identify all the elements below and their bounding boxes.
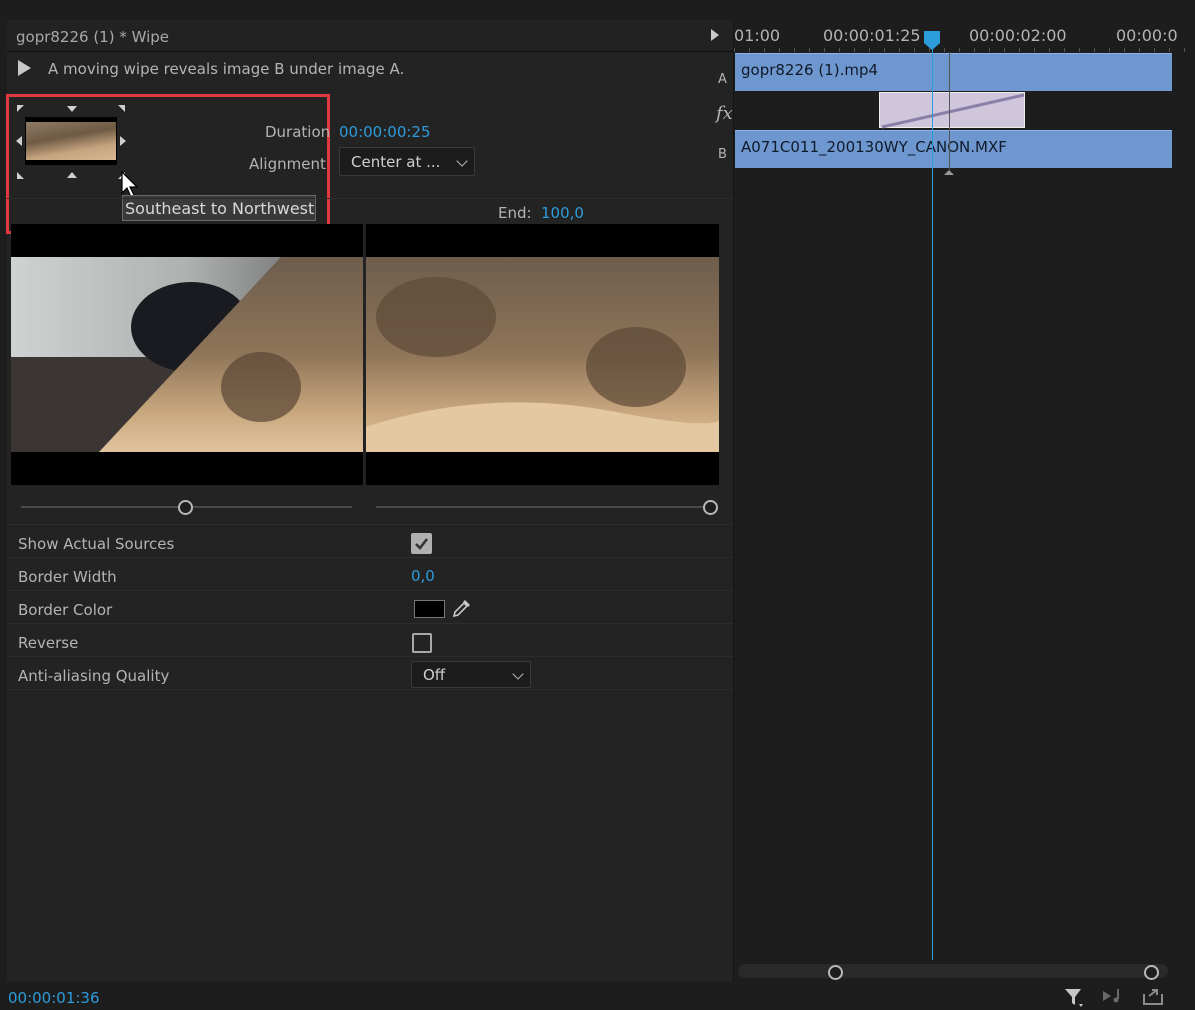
divider xyxy=(7,524,733,525)
chevron-down-icon xyxy=(456,155,468,167)
reverse-checkbox[interactable] xyxy=(412,633,432,653)
duration-label: Duration xyxy=(265,123,331,141)
anti-aliasing-label: Anti-aliasing Quality xyxy=(18,667,170,685)
end-slider-handle[interactable] xyxy=(703,500,718,515)
ruler-label: 00:00:01:25 xyxy=(823,26,921,45)
playhead-tip xyxy=(924,43,940,50)
clip-b-name: A071C011_200130WY_CANON.MXF xyxy=(741,138,1007,156)
end-preview-image xyxy=(366,257,719,452)
alignment-label: Alignment xyxy=(249,155,326,173)
border-color-label: Border Color xyxy=(18,601,113,619)
reverse-label: Reverse xyxy=(18,634,79,652)
eyedropper-icon[interactable] xyxy=(451,597,473,619)
playhead-handle[interactable] xyxy=(924,31,940,43)
start-preview xyxy=(11,224,363,485)
divider xyxy=(7,623,733,624)
clip-a-name: gopr8226 (1).mp4 xyxy=(741,61,879,79)
timeline-ruler[interactable]: 01:00 00:00:01:25 00:00:02:00 00:00:0 xyxy=(734,20,1195,52)
end-label: End: xyxy=(498,204,532,222)
alignment-value: Center at ... xyxy=(351,153,441,171)
filter-icon[interactable] xyxy=(1063,986,1085,1008)
play-icon[interactable] xyxy=(711,29,719,41)
ruler-label: 01:00 xyxy=(734,26,781,45)
ruler-ticks xyxy=(734,48,1195,52)
clip-b[interactable]: A071C011_200130WY_CANON.MXF xyxy=(735,130,1172,168)
duration-value[interactable]: 00:00:00:25 xyxy=(339,123,431,141)
track-a-label: A xyxy=(718,72,727,87)
ruler-label: 00:00:02:00 xyxy=(969,26,1067,45)
border-width-label: Border Width xyxy=(18,568,117,586)
divider xyxy=(7,590,733,591)
transition-diagonal xyxy=(881,93,1025,129)
divider xyxy=(7,656,733,657)
chevron-down-icon xyxy=(512,668,524,680)
border-color-swatch[interactable] xyxy=(414,600,445,618)
track-b-label: B xyxy=(718,147,727,162)
anti-aliasing-value: Off xyxy=(423,666,446,684)
transition-clip[interactable] xyxy=(879,92,1025,129)
checkmark-icon xyxy=(415,538,429,550)
fx-icon: fx xyxy=(716,103,733,124)
divider xyxy=(7,198,733,199)
playhead-line xyxy=(932,44,933,960)
divider xyxy=(7,557,733,558)
show-actual-sources-checkbox[interactable] xyxy=(411,533,432,554)
transition-description: A moving wipe reveals image B under imag… xyxy=(48,60,405,78)
play-transition-icon[interactable] xyxy=(18,60,31,76)
end-preview xyxy=(366,224,719,485)
panel-header: gopr8226 (1) * Wipe xyxy=(7,20,733,52)
panel-title: gopr8226 (1) * Wipe xyxy=(16,28,170,46)
current-timecode[interactable]: 00:00:01:36 xyxy=(8,989,100,1007)
end-value[interactable]: 100,0 xyxy=(541,204,584,222)
export-icon[interactable] xyxy=(1141,986,1165,1006)
edit-point-line xyxy=(949,52,950,170)
ruler-label: 00:00:0 xyxy=(1116,26,1178,45)
show-actual-sources-label: Show Actual Sources xyxy=(18,535,175,553)
timeline-zoom-bar[interactable] xyxy=(738,964,1168,978)
divider xyxy=(7,689,733,690)
alignment-dropdown[interactable]: Center at ... xyxy=(339,147,475,176)
anti-aliasing-dropdown[interactable]: Off xyxy=(411,661,531,688)
zoom-bar-right-handle[interactable] xyxy=(1144,965,1159,980)
start-slider-handle[interactable] xyxy=(178,500,193,515)
end-slider-track[interactable] xyxy=(376,506,708,508)
border-width-value[interactable]: 0,0 xyxy=(411,567,435,585)
audio-follow-icon[interactable] xyxy=(1101,987,1127,1005)
zoom-bar-left-handle[interactable] xyxy=(828,965,843,980)
edit-point-marker xyxy=(944,170,954,175)
start-preview-image xyxy=(11,257,363,452)
clip-a[interactable]: gopr8226 (1).mp4 xyxy=(735,53,1172,91)
